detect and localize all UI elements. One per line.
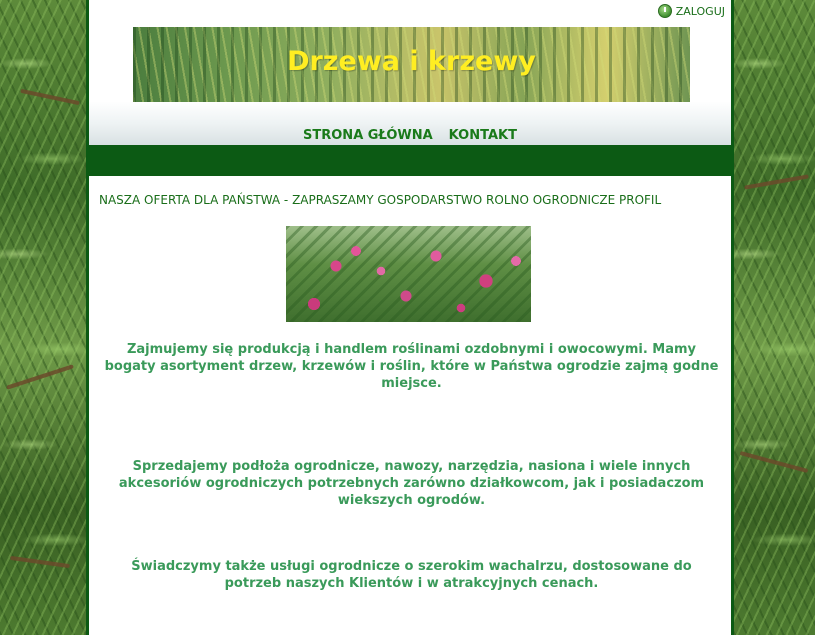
- power-icon: [657, 4, 672, 18]
- login-label: ZALOGUJ: [675, 4, 725, 18]
- background-foliage-right: [734, 0, 815, 635]
- flowers-photo: [286, 226, 531, 322]
- header: ZALOGUJ Drzewa i krzewy STRONA GŁÓWNA KO…: [89, 0, 731, 145]
- background-foliage-left: [0, 0, 86, 635]
- offer-heading: NASZA OFERTA DLA PAŃSTWA - ZAPRASZAMY GO…: [99, 193, 662, 207]
- banner-title: Drzewa i krzewy: [287, 46, 536, 77]
- header-divider-bar: [89, 145, 731, 176]
- paragraph-production: Zajmujemy się produkcją i handlem roślin…: [104, 342, 719, 391]
- nav-item-contact[interactable]: KONTAKT: [449, 128, 517, 143]
- nav-item-home[interactable]: STRONA GŁÓWNA: [303, 128, 433, 143]
- banner-image: Drzewa i krzewy: [133, 27, 690, 102]
- main-nav: STRONA GŁÓWNA KONTAKT: [89, 128, 731, 143]
- login-link[interactable]: ZALOGUJ: [657, 2, 725, 20]
- paragraph-accessories: Sprzedajemy podłoża ogrodnicze, nawozy, …: [118, 459, 705, 508]
- paragraph-services: Świadczymy także usługi ogrodnicze o sze…: [131, 559, 692, 591]
- page-container: ZALOGUJ Drzewa i krzewy STRONA GŁÓWNA KO…: [86, 0, 734, 635]
